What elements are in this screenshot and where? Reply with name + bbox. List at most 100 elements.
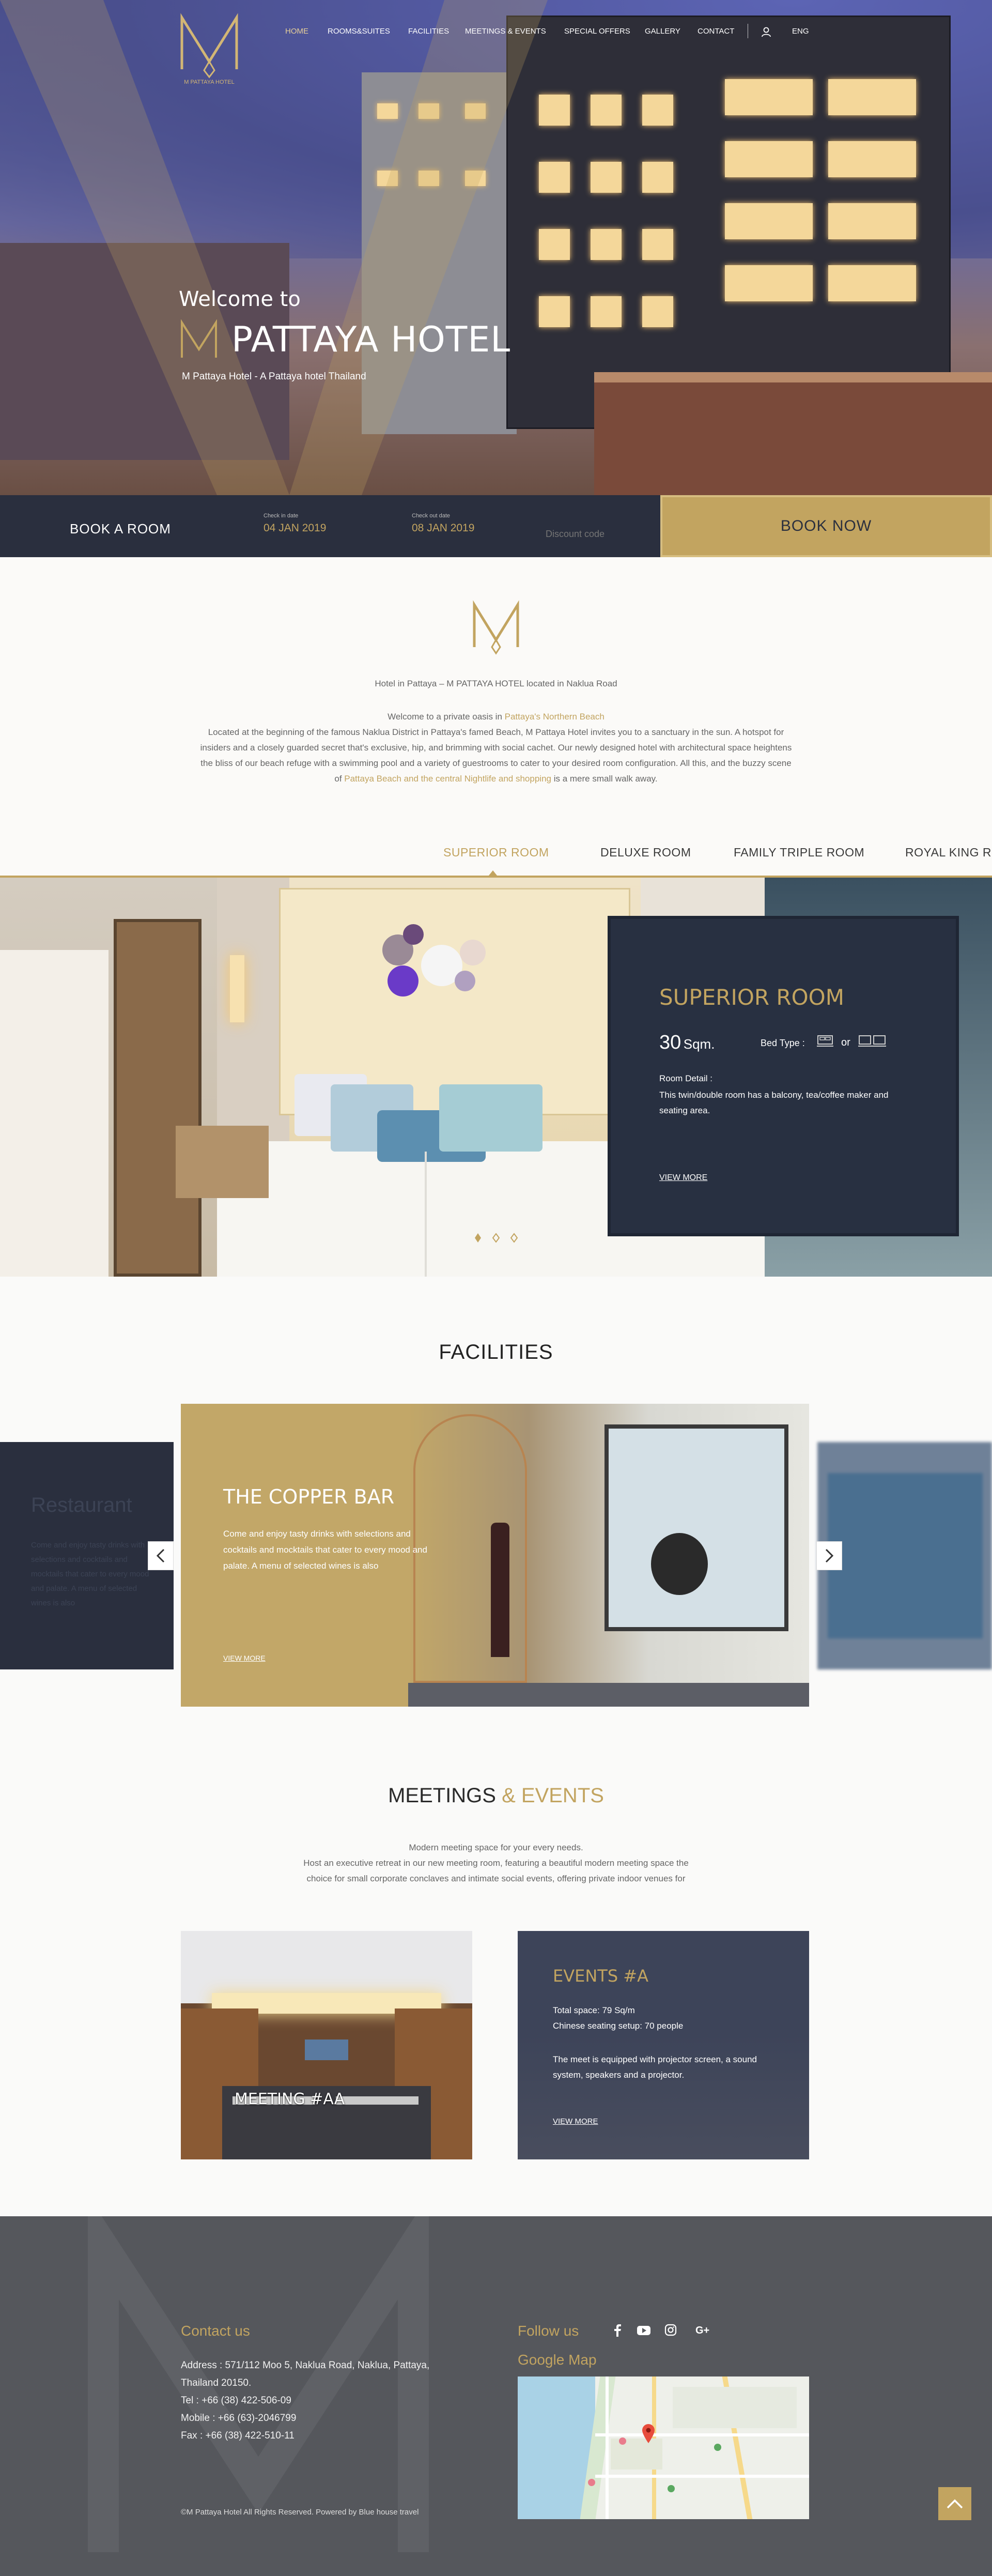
hero-welcome: Welcome to (179, 287, 301, 311)
room-detail-text: This twin/double room has a balcony, tea… (659, 1090, 889, 1115)
tab-superior-room[interactable]: SUPERIOR ROOM (443, 846, 549, 860)
nav-facilities[interactable]: FACILITIES (408, 27, 449, 42)
facilities-title: FACILITIES (439, 1341, 553, 1363)
footer-tel[interactable]: Tel : +66 (38) 422-506-09 (181, 2392, 291, 2410)
hero-hotel-name: PATTAYA HOTEL (231, 319, 511, 360)
map-pin-icon[interactable] (641, 2423, 656, 2444)
meeting-room-label: MEETING #AA (235, 2090, 345, 2108)
tab-deluxe-room[interactable]: DELUXE ROOM (600, 846, 691, 860)
slide-dot-2[interactable] (492, 1233, 500, 1243)
room-size-number: 30 (659, 1032, 681, 1053)
meeting-room-card[interactable]: MEETING #AA (181, 1931, 472, 2159)
tab-family-triple-room[interactable]: FAMILY TRIPLE ROOM (734, 846, 864, 860)
nightlife-link[interactable]: Pattaya Beach and the central Nightlife … (344, 774, 551, 784)
northern-beach-link[interactable]: Pattaya's Northern Beach (505, 712, 605, 722)
meetings-line-2: Host an executive retreat in our new mee… (303, 1858, 689, 1868)
event-description: The meet is equipped with projector scre… (553, 2054, 757, 2080)
active-tab-caret-icon (489, 870, 497, 876)
language-switch[interactable]: ENG (792, 27, 809, 42)
hero-banner: M PATTAYA HOTEL HOME ROOMS&SUITES FACILI… (0, 0, 992, 495)
user-icon[interactable] (762, 27, 771, 37)
google-map-title: Google Map (518, 2352, 597, 2368)
facility-card-next[interactable] (817, 1442, 992, 1669)
event-view-more-link[interactable]: VIEW MORE (553, 2117, 598, 2126)
room-slider-dots[interactable] (472, 1232, 520, 1244)
intro-welcome: Welcome to a private oasis in Pattaya's … (155, 709, 837, 725)
footer-copyright: ©M Pattaya Hotel All Rights Reserved. Po… (181, 2508, 419, 2517)
event-title: EVENTS #A (553, 1966, 648, 1986)
bed-or-label: or (841, 1037, 850, 1048)
room-card-title: SUPERIOR ROOM (659, 985, 844, 1010)
back-to-top-button[interactable] (938, 2487, 971, 2520)
book-a-room-label: BOOK A ROOM (70, 521, 171, 536)
tab-royal-king-room[interactable]: ROYAL KING RO (905, 846, 992, 860)
footer (0, 2216, 992, 2576)
meetings-line-3: choice for small corporate conclaves and… (306, 1874, 686, 1883)
nav-meetings-events[interactable]: MEETINGS & EVENTS (465, 27, 546, 42)
facility-prev-button[interactable] (148, 1541, 174, 1570)
book-now-button[interactable]: BOOK NOW (660, 495, 992, 557)
intro-line-4: of Pattaya Beach and the central Nightli… (155, 771, 837, 787)
m-logo-icon (180, 13, 238, 79)
nav-home[interactable]: HOME (285, 27, 308, 42)
discount-code-input[interactable] (546, 526, 633, 542)
checkin-value: 04 JAN 2019 (264, 522, 327, 534)
youtube-icon[interactable] (637, 2325, 651, 2336)
event-seating: Chinese seating setup: 70 people (553, 2021, 684, 2031)
intro-subtitle: Hotel in Pattaya – M PATTAYA HOTEL locat… (375, 679, 617, 688)
google-plus-icon[interactable]: G+ (695, 2324, 713, 2336)
facility-next-button[interactable] (816, 1541, 842, 1570)
google-map[interactable] (518, 2376, 809, 2519)
hero-tagline: M Pattaya Hotel - A Pattaya hotel Thaila… (182, 371, 366, 382)
twin-bed-icon (858, 1035, 886, 1047)
svg-text:G+: G+ (695, 2325, 709, 2336)
intro-m-logo-icon (473, 600, 519, 655)
nav-gallery[interactable]: GALLERY (645, 27, 680, 42)
intro-line-1: Located at the beginning of the famous N… (208, 727, 784, 737)
intro-line-4-suffix: is a mere small walk away. (551, 774, 658, 784)
checkout-field[interactable]: Check out date 08 JAN 2019 (412, 513, 474, 534)
room-detail-label: Room Detail : (659, 1074, 712, 1083)
double-bed-icon (817, 1035, 833, 1047)
meetings-title-accent: & EVENTS (502, 1784, 604, 1807)
event-card: EVENTS #A Total space: 79 Sq/m Chinese s… (518, 1931, 809, 2159)
site-logo[interactable]: M PATTAYA HOTEL (176, 12, 243, 90)
footer-address-2: Thailand 20150. (181, 2378, 252, 2388)
meetings-title: MEETINGS & EVENTS (0, 1784, 992, 1807)
footer-address: Address : 571/112 Moo 5, Naklua Road, Na… (181, 2360, 430, 2371)
facebook-icon[interactable] (612, 2324, 623, 2337)
hero-terrace-rail (594, 372, 992, 382)
chevron-right-icon (825, 1548, 834, 1563)
footer-watermark (88, 2216, 429, 2552)
footer-mobile[interactable]: Mobile : +66 (63)-2046799 (181, 2410, 296, 2427)
facility-title: THE COPPER BAR (223, 1485, 395, 1508)
intro-line-3: the bliss of our beach refuge with a swi… (200, 758, 792, 768)
checkout-label: Check out date (412, 513, 450, 519)
meetings-line-1: Modern meeting space for your every need… (409, 1843, 583, 1852)
contact-title: Contact us (181, 2323, 250, 2339)
facility-text: Come and enjoy tasty drinks with selecti… (223, 1529, 427, 1571)
slide-dot-1[interactable] (475, 1233, 481, 1243)
checkout-value: 08 JAN 2019 (412, 522, 475, 534)
hero-v-overlay (0, 0, 548, 495)
checkin-label: Check in date (264, 513, 299, 519)
room-size: 30 Sqm. (659, 1032, 715, 1054)
intro-welcome-text: Welcome to a private oasis in (388, 712, 505, 722)
event-total-space: Total space: 79 Sq/m (553, 2005, 635, 2015)
room-size-unit: Sqm. (683, 1036, 715, 1052)
chevron-up-icon (947, 2499, 963, 2509)
hero-m-icon (181, 319, 217, 358)
hero-hotel-building (506, 16, 951, 429)
checkin-field[interactable]: Check in date 04 JAN 2019 (264, 513, 326, 534)
facility-prev-text: Come and enjoy tasty drinks with selecti… (31, 1541, 149, 1607)
instagram-icon[interactable] (664, 2324, 677, 2336)
nav-special-offers[interactable]: SPECIAL OFFERS (564, 27, 630, 42)
room-view-more-link[interactable]: VIEW MORE (659, 1173, 707, 1183)
facility-view-more-link[interactable]: VIEW MORE (223, 1654, 266, 1662)
nav-contact[interactable]: CONTACT (698, 27, 734, 42)
facility-prev-title: Restaurant (31, 1494, 132, 1516)
nav-rooms-suites[interactable]: ROOMS&SUITES (328, 27, 390, 42)
slide-dot-3[interactable] (510, 1233, 518, 1243)
follow-us-title: Follow us (518, 2323, 579, 2339)
bed-type-label: Bed Type : (761, 1038, 805, 1048)
